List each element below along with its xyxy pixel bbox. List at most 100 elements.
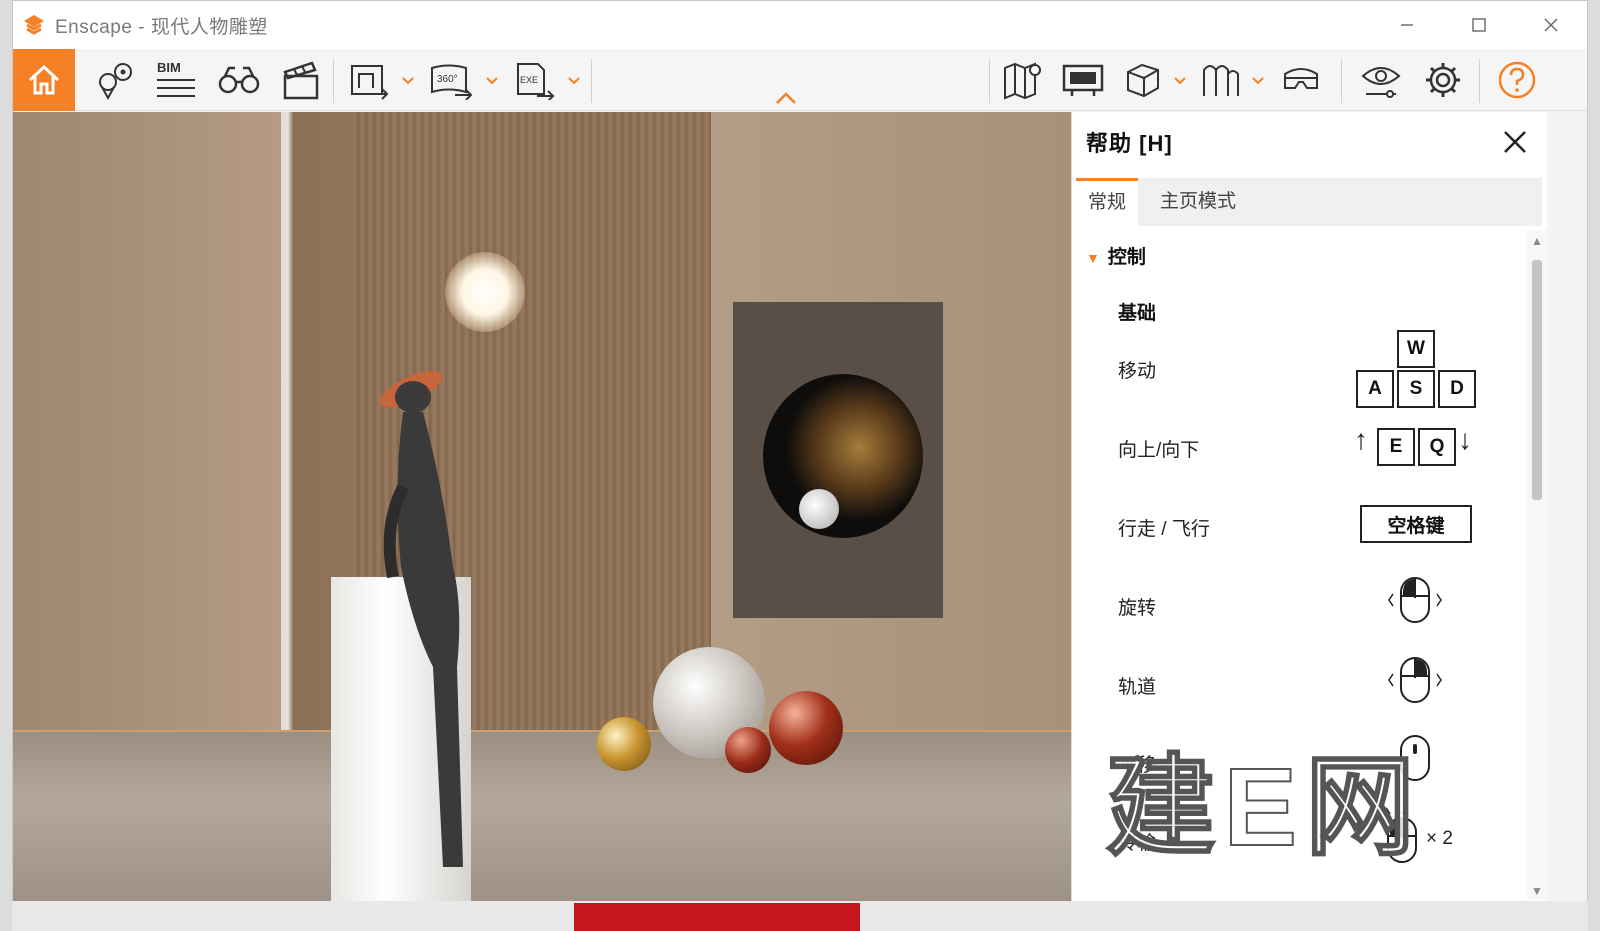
red-sphere-large xyxy=(769,691,843,765)
mouse-left-button-icon xyxy=(1388,577,1442,623)
control-label-move: 移动 xyxy=(1118,361,1157,382)
watermark-text: 建E网 xyxy=(1105,745,1423,870)
vr-headset-icon xyxy=(1284,68,1318,89)
maximize-button[interactable] xyxy=(1443,1,1515,49)
gear-icon xyxy=(1426,63,1460,97)
mouse-right-button-icon xyxy=(1388,657,1442,703)
main-toolbar: BIM 360° EXE xyxy=(13,49,1587,111)
asset-library-button[interactable] xyxy=(1195,49,1247,111)
bim-label: BIM xyxy=(157,60,181,75)
billboard-button[interactable] xyxy=(1057,49,1109,111)
tab-home-mode[interactable]: 主页模式 xyxy=(1148,178,1248,226)
settings-button[interactable] xyxy=(1415,49,1471,111)
help-tabs: 常规 主页模式 xyxy=(1076,178,1542,226)
exe-export-icon: EXE xyxy=(517,63,555,100)
render-export-button[interactable] xyxy=(345,49,395,111)
red-sphere-small xyxy=(725,727,771,773)
visual-settings-button[interactable] xyxy=(209,49,269,111)
bim-icon: BIM xyxy=(157,60,195,97)
window-title: Enscape - 现代人物雕塑 xyxy=(55,16,268,38)
arrow-up-icon: ↑ xyxy=(1354,424,1368,455)
cube-button[interactable] xyxy=(1117,49,1169,111)
artwork-sphere xyxy=(799,489,839,529)
bim-button[interactable]: BIM xyxy=(147,49,207,111)
map-button[interactable] xyxy=(997,49,1049,111)
scroll-thumb[interactable] xyxy=(1532,260,1542,500)
panorama-export-icon: 360° xyxy=(431,64,473,100)
eye-icon xyxy=(1361,67,1401,98)
wall-artwork xyxy=(733,302,943,618)
key-s: S xyxy=(1397,370,1435,408)
scroll-down-icon[interactable]: ▼ xyxy=(1531,884,1543,898)
cube-icon xyxy=(1127,63,1159,98)
help-panel: 帮助 [H] 常规 主页模式 ▼ 控制 基础 移动 W A S D 向上/向下 ↑… xyxy=(1071,112,1547,902)
close-icon xyxy=(1544,18,1558,32)
arrow-down-icon: ↓ xyxy=(1458,424,1472,455)
enscape-logo-icon xyxy=(24,15,44,35)
exe-export-button[interactable]: EXE xyxy=(507,49,561,111)
key-q: Q xyxy=(1418,428,1456,466)
section-controls-label: 控制 xyxy=(1107,247,1146,268)
view-mode-button[interactable] xyxy=(1353,49,1409,111)
toolbar-separator xyxy=(989,59,990,103)
control-label-orbit: 轨道 xyxy=(1118,677,1157,698)
location-pins-icon xyxy=(99,63,132,100)
control-label-walk-fly: 行走 / 飞行 xyxy=(1118,519,1210,540)
artwork-disc xyxy=(763,374,923,538)
scroll-up-icon[interactable]: ▲ xyxy=(1531,234,1543,248)
chevron-down-icon[interactable] xyxy=(1173,73,1187,87)
billboard-icon xyxy=(1062,64,1104,96)
binoculars-icon xyxy=(218,66,260,94)
window-controls xyxy=(1371,1,1587,49)
render-viewport[interactable] xyxy=(13,112,1071,902)
key-d: D xyxy=(1438,370,1476,408)
enscape-window: Enscape - 现代人物雕塑 BIM 360° EXE 帮助 [H] 常规 … xyxy=(12,0,1588,922)
toolbar-separator xyxy=(333,59,334,103)
wood-wall-panel xyxy=(13,112,281,730)
toolbar-separator xyxy=(1341,59,1342,103)
minimize-button[interactable] xyxy=(1371,1,1443,49)
close-icon xyxy=(1504,131,1526,153)
wall-lamp-glow xyxy=(445,252,525,332)
minimize-icon xyxy=(1401,24,1413,26)
key-e: E xyxy=(1377,428,1415,466)
gold-sphere xyxy=(597,717,651,771)
clapperboard-icon xyxy=(283,61,319,100)
render-export-icon xyxy=(351,65,389,100)
close-button[interactable] xyxy=(1515,1,1587,49)
views-button[interactable] xyxy=(85,49,145,111)
control-label-rotate: 旋转 xyxy=(1118,598,1157,619)
help-icon xyxy=(1498,61,1536,99)
maximize-icon xyxy=(1472,18,1486,32)
collapse-toolbar-icon[interactable] xyxy=(775,91,797,105)
key-a: A xyxy=(1356,370,1394,408)
home-icon xyxy=(28,64,60,95)
video-editor-button[interactable] xyxy=(271,49,331,111)
section-controls[interactable]: ▼ 控制 xyxy=(1086,242,1146,269)
chevron-down-icon[interactable] xyxy=(485,73,499,87)
chevron-down-icon[interactable] xyxy=(567,73,581,87)
title-bar: Enscape - 现代人物雕塑 xyxy=(13,1,1587,49)
subsection-basic: 基础 xyxy=(1118,303,1157,324)
toolbar-separator xyxy=(1479,59,1480,103)
home-button[interactable] xyxy=(13,49,75,111)
chevron-down-icon[interactable] xyxy=(1251,73,1265,87)
vr-headset-button[interactable] xyxy=(1273,49,1329,111)
panorama-label: 360° xyxy=(437,74,458,85)
control-label-up-down: 向上/向下 xyxy=(1118,440,1200,461)
panorama-export-button[interactable]: 360° xyxy=(425,49,479,111)
help-close-button[interactable] xyxy=(1499,126,1531,158)
help-panel-title: 帮助 [H] xyxy=(1086,131,1173,156)
help-button[interactable] xyxy=(1489,49,1545,111)
toolbar-separator xyxy=(591,59,592,103)
key-space: 空格键 xyxy=(1360,505,1472,543)
expand-triangle-icon: ▼ xyxy=(1086,250,1100,266)
map-icon xyxy=(1004,62,1041,100)
double-click-count: × 2 xyxy=(1426,828,1453,849)
key-w: W xyxy=(1397,330,1435,368)
help-scrollbar[interactable]: ▲ ▼ xyxy=(1527,230,1547,900)
chevron-down-icon[interactable] xyxy=(401,73,415,87)
tab-general[interactable]: 常规 xyxy=(1076,178,1139,226)
asset-library-icon xyxy=(1203,65,1239,96)
exe-label: EXE xyxy=(520,75,538,85)
